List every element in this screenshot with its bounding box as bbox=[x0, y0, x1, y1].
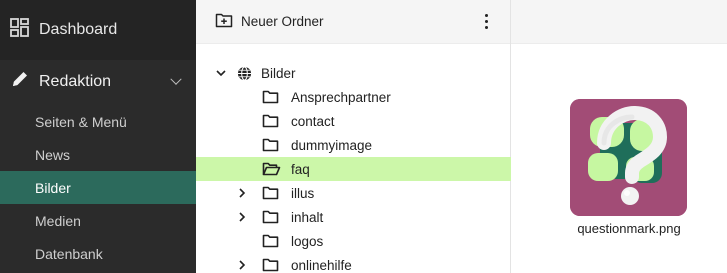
tree-folder-contact[interactable]: contact bbox=[196, 109, 511, 133]
folder-icon bbox=[262, 90, 279, 104]
tree-folder-dummyimage[interactable]: dummyimage bbox=[196, 133, 511, 157]
tree-item-label: dummyimage bbox=[291, 137, 373, 153]
pencil-icon bbox=[10, 69, 30, 94]
chevron-right-icon[interactable] bbox=[236, 259, 248, 271]
new-folder-button[interactable]: Neuer Ordner bbox=[215, 12, 324, 31]
tree-item-label: onlinehilfe bbox=[291, 257, 352, 273]
file-thumbnail[interactable] bbox=[570, 99, 687, 216]
more-vertical-icon[interactable] bbox=[485, 14, 488, 29]
sidebar-item-label: News bbox=[35, 146, 71, 163]
folder-tree-panel: Neuer Ordner Bilder Ansprechpartner cont… bbox=[196, 0, 511, 273]
tree-item-label: Ansprechpartner bbox=[291, 89, 391, 105]
tree-folder-illus[interactable]: illus bbox=[196, 181, 511, 205]
tree-item-label: faq bbox=[291, 161, 310, 177]
sidebar-item-medien[interactable]: Medien bbox=[0, 204, 196, 237]
sidebar-section-redaktion[interactable]: Redaktion bbox=[0, 60, 196, 103]
folder-plus-icon bbox=[215, 12, 233, 31]
sidebar-item-dashboard[interactable]: Dashboard bbox=[0, 0, 196, 60]
sidebar-item-label: Datenbank bbox=[35, 245, 103, 262]
folder-icon bbox=[262, 210, 279, 224]
dashboard-icon bbox=[10, 17, 30, 43]
file-name-label[interactable]: questionmark.png bbox=[511, 221, 727, 236]
sidebar-item-datenbank[interactable]: Datenbank bbox=[0, 237, 196, 270]
folder-icon bbox=[262, 138, 279, 152]
chevron-right-icon[interactable] bbox=[236, 211, 248, 223]
sidebar-item-seiten[interactable]: Seiten & Menü bbox=[0, 105, 196, 138]
tree-item-label: illus bbox=[291, 185, 315, 201]
tree-item-label: inhalt bbox=[291, 209, 324, 225]
chevron-down-icon[interactable] bbox=[215, 67, 227, 79]
folder-icon bbox=[262, 234, 279, 248]
sidebar-item-bilder[interactable]: Bilder bbox=[0, 171, 196, 204]
tree-item-label: logos bbox=[291, 233, 324, 249]
tree-folder-onlinehilfe[interactable]: onlinehilfe bbox=[196, 253, 511, 273]
sidebar-item-label: Medien bbox=[35, 212, 81, 229]
chevron-down-icon[interactable] bbox=[170, 73, 182, 85]
folder-tree: Bilder Ansprechpartner contact dummyimag… bbox=[196, 61, 511, 273]
sidebar-item-label: Dashboard bbox=[39, 21, 118, 38]
new-folder-label: Neuer Ordner bbox=[241, 14, 324, 29]
tree-item-label: Bilder bbox=[261, 65, 296, 81]
sidebar-item-label: Bilder bbox=[35, 179, 71, 196]
folder-icon bbox=[262, 258, 279, 272]
tree-folder-logos[interactable]: logos bbox=[196, 229, 511, 253]
tree-folder-inhalt[interactable]: inhalt bbox=[196, 205, 511, 229]
tree-folder-faq[interactable]: faq bbox=[196, 157, 511, 181]
sidebar: Dashboard Redaktion Seiten & Menü News B… bbox=[0, 0, 196, 273]
file-preview-panel: questionmark.png bbox=[511, 0, 727, 273]
tree-folder-ansprechpartner[interactable]: Ansprechpartner bbox=[196, 85, 511, 109]
preview-toolbar bbox=[511, 0, 727, 44]
chevron-right-icon[interactable] bbox=[236, 187, 248, 199]
globe-icon bbox=[237, 65, 252, 81]
folder-icon bbox=[262, 114, 279, 128]
folder-icon bbox=[262, 186, 279, 200]
tree-item-label: contact bbox=[291, 113, 335, 129]
sidebar-section-label: Redaktion bbox=[39, 72, 112, 90]
tree-root-bilder[interactable]: Bilder bbox=[196, 61, 511, 85]
tree-toolbar: Neuer Ordner bbox=[196, 0, 510, 44]
folder-open-icon bbox=[262, 162, 281, 176]
sidebar-item-label: Seiten & Menü bbox=[35, 113, 127, 130]
question-mark-icon bbox=[570, 99, 687, 216]
sidebar-item-news[interactable]: News bbox=[0, 138, 196, 171]
